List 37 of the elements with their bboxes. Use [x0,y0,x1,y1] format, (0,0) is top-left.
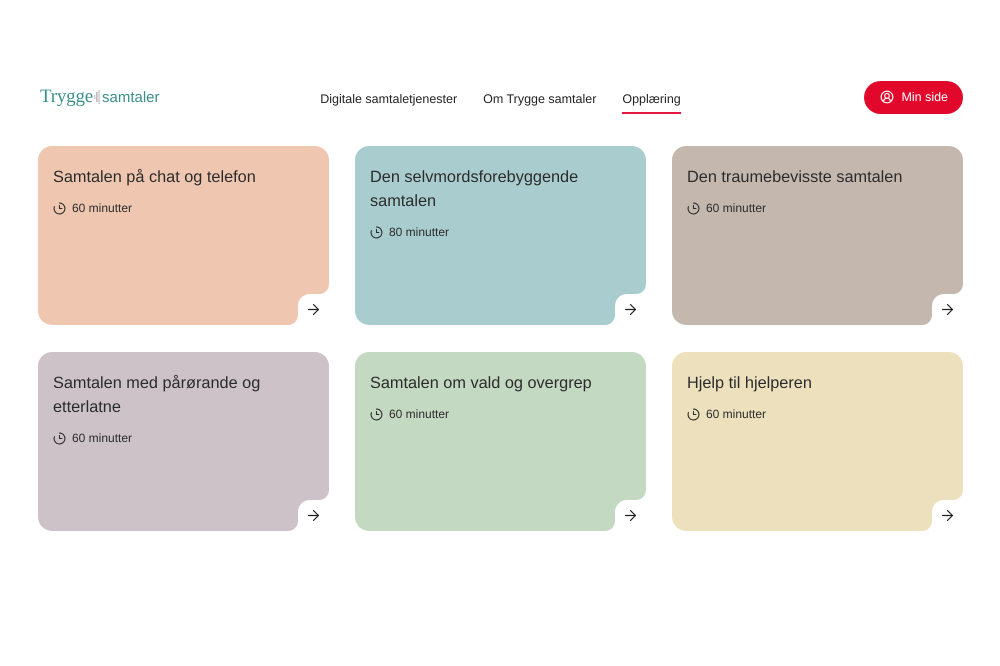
clock-icon [53,432,66,444]
course-duration: 60 minutter [72,431,132,445]
course-title: Den traumebevisste samtalen [687,167,904,188]
course-card[interactable]: Den traumebevisste samtalen 60 minutter [672,146,963,325]
course-title: Hjelp til hjelperen [687,373,813,394]
arrow-right-icon[interactable] [622,301,639,318]
nav-link[interactable]: Opplæring [622,88,681,114]
course-duration: 60 minutter [72,201,132,215]
user-icon [880,90,894,104]
course-card[interactable]: Hjelp til hjelperen 60 minutter [672,352,963,531]
nav-link[interactable]: Digitale samtaletjenester [320,88,458,114]
arrow-right-icon[interactable] [622,507,639,524]
course-duration: 60 minutter [389,407,450,421]
logo-mark-icon [94,90,101,104]
clock-icon [370,408,383,420]
course-card[interactable]: Samtalen på chat og telefon 60 minutter [38,146,329,325]
clock-icon [370,226,383,238]
course-title: Samtalen om vald og overgrep [370,373,593,394]
logo-wordmark[interactable]: Trygge [40,86,93,108]
account-button[interactable]: Min side [864,80,963,114]
course-title: Den selvmordsforebyggende samtalen [370,167,580,212]
arrow-right-icon[interactable] [305,301,322,318]
clock-icon [687,408,700,420]
course-duration: 60 minutter [706,407,766,421]
course-title: Samtalen på chat og telefon [53,167,257,188]
clock-icon [53,202,66,214]
course-duration: 80 minutter [389,225,450,239]
arrow-right-icon[interactable] [939,301,956,318]
nav-link[interactable]: Om Trygge samtaler [483,88,596,114]
course-card[interactable]: Samtalen om vald og overgrep 60 minutter [355,352,646,531]
arrow-right-icon[interactable] [939,507,956,524]
course-duration: 60 minutter [706,201,766,215]
course-card[interactable]: Den selvmordsforebyggende samtalen 80 minutter [355,146,646,325]
clock-icon [687,202,700,214]
logo-wordmark[interactable]: samtaler [102,88,160,106]
course-card[interactable]: Samtalen med pårørande og etterlatne 60 minutter [38,352,329,531]
course-title: Samtalen med pårørande og etterlatne [53,373,262,418]
